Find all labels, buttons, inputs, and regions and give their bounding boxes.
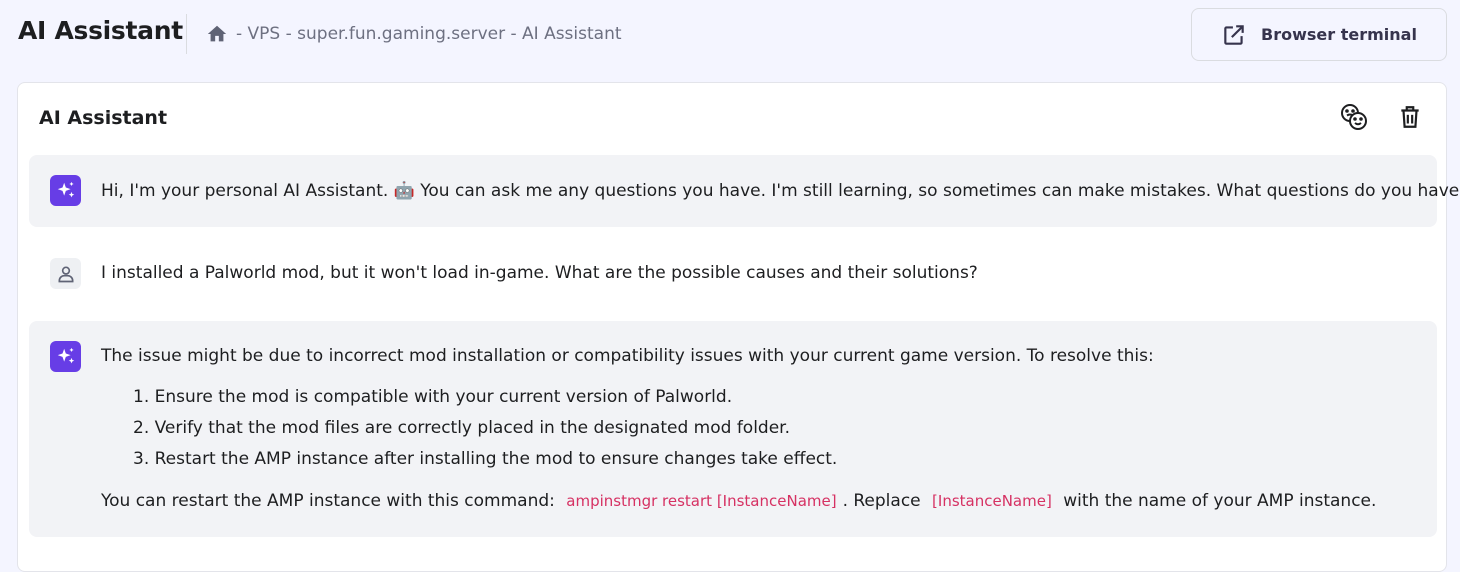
answer-outro-text: . Replace: [842, 491, 921, 511]
user-message-text: I installed a Palworld mod, but it won't…: [101, 263, 978, 283]
sparkles-icon: [50, 341, 81, 372]
browser-terminal-button[interactable]: Browser terminal: [1191, 8, 1447, 61]
external-link-icon: [1221, 22, 1247, 48]
inline-code-command: ampinstmgr restart [InstanceName]: [566, 492, 837, 510]
ai-message-text: Hi, I'm your personal AI Assistant. 🤖 Yo…: [101, 181, 1460, 201]
ai-message-greeting: Hi, I'm your personal AI Assistant. 🤖 Yo…: [29, 155, 1460, 227]
answer-outro-text: with the name of your AMP instance.: [1063, 491, 1377, 511]
sparkles-icon: [50, 175, 81, 206]
ai-message-answer: The issue might be due to incorrect mod …: [29, 321, 1437, 537]
list-item: 3. Restart the AMP instance after instal…: [133, 449, 838, 469]
delete-chat-button[interactable]: [1394, 103, 1426, 135]
answer-intro: The issue might be due to incorrect mod …: [101, 346, 1154, 366]
answer-outro-text: You can restart the AMP instance with th…: [101, 491, 555, 511]
breadcrumb-path: - VPS - super.fun.gaming.server - AI Ass…: [236, 24, 622, 44]
browser-terminal-label: Browser terminal: [1261, 25, 1417, 44]
card-title: AI Assistant: [39, 107, 168, 129]
ai-assistant-card: AI Assistant Hi, I'm your personal AI As…: [17, 82, 1460, 572]
trash-icon: [1397, 104, 1423, 134]
home-icon[interactable]: [206, 23, 228, 45]
inline-code-placeholder: [InstanceName]: [932, 492, 1052, 510]
breadcrumb: - VPS - super.fun.gaming.server - AI Ass…: [206, 22, 622, 46]
list-item: 2. Verify that the mod files are correct…: [133, 418, 791, 438]
emoji-feedback-icon: [1339, 102, 1369, 136]
page-title: AI Assistant: [18, 16, 183, 45]
page-header: AI Assistant - VPS - super.fun.gaming.se…: [0, 0, 1460, 70]
answer-outro: You can restart the AMP instance with th…: [101, 489, 1376, 513]
user-message: I installed a Palworld mod, but it won't…: [29, 239, 1437, 309]
user-icon: [50, 258, 81, 289]
header-divider: [186, 14, 187, 54]
feedback-button[interactable]: [1338, 103, 1370, 135]
list-item: 1. Ensure the mod is compatible with you…: [133, 387, 733, 407]
